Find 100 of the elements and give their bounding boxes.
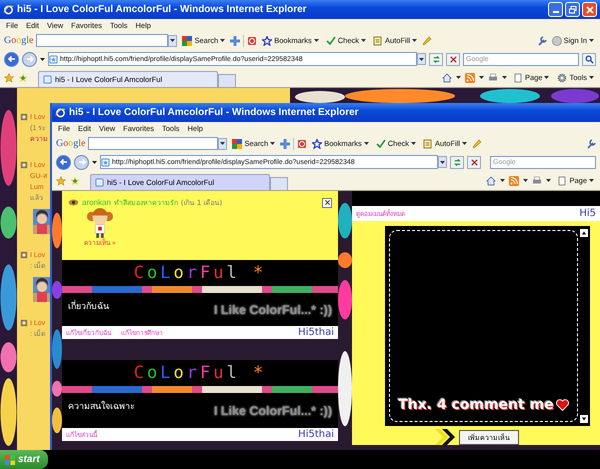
caret-icon — [220, 142, 226, 145]
caret-icon — [270, 142, 276, 145]
hi5-logo: Hi5 — [579, 208, 596, 219]
caret-icon — [220, 39, 226, 42]
thanks-message: Thx. 4 comment me — [398, 397, 554, 413]
caret-icon — [412, 39, 418, 42]
gear-icon — [557, 72, 568, 82]
entry-icon — [20, 251, 28, 259]
heart-icon — [556, 399, 569, 411]
caret-icon — [314, 39, 319, 42]
scroll-down-icon[interactable] — [580, 415, 588, 423]
forward-arrow-icon — [24, 54, 34, 64]
wrench-icon[interactable] — [586, 138, 596, 148]
page-icon — [43, 75, 52, 84]
caret-icon — [364, 142, 369, 145]
close-icon — [324, 199, 330, 206]
entry-icon — [20, 113, 28, 121]
section-heading: เกี่ยวกับฉัน — [68, 299, 109, 313]
dropdown-button[interactable] — [438, 156, 447, 168]
add-favorite-icon[interactable] — [18, 72, 28, 82]
stop-icon — [448, 54, 458, 64]
highlighter-icon[interactable] — [422, 36, 432, 46]
page-icon — [512, 72, 523, 82]
print-icon[interactable] — [488, 72, 498, 82]
caret-icon — [589, 179, 594, 182]
add-favorite-icon[interactable] — [70, 176, 80, 186]
avatar-drawing — [86, 208, 114, 238]
google-logo: Google — [56, 138, 86, 149]
caret-icon — [411, 142, 416, 145]
restore-icon — [568, 4, 578, 14]
stop-button[interactable] — [467, 156, 481, 168]
chevron-drawing — [435, 429, 455, 445]
caret-icon — [440, 160, 445, 164]
search-button[interactable] — [582, 52, 596, 66]
google-icon — [232, 138, 242, 148]
plus-icon[interactable] — [280, 138, 290, 148]
caret-icon — [589, 76, 594, 79]
page-icon — [49, 54, 58, 64]
star-icon — [312, 138, 322, 148]
entry-icon — [20, 161, 28, 169]
form-icon — [423, 138, 434, 148]
caret-icon — [589, 39, 594, 42]
caret-icon[interactable] — [523, 179, 528, 182]
caret-icon[interactable] — [456, 76, 461, 79]
scroll-up-icon[interactable] — [580, 229, 588, 237]
back-arrow-icon — [6, 54, 16, 64]
refresh-icon — [432, 54, 440, 64]
minimize-button[interactable] — [548, 2, 563, 17]
stop-button[interactable] — [446, 52, 460, 66]
home-icon[interactable] — [486, 176, 496, 186]
caret-icon[interactable] — [502, 76, 507, 79]
caret-icon — [419, 58, 424, 60]
browser-logo-icon — [55, 107, 66, 118]
caret-icon[interactable] — [92, 160, 97, 164]
page-icon — [557, 176, 568, 186]
forward-arrow-icon — [76, 157, 86, 167]
feed-icon[interactable] — [464, 72, 475, 82]
search-field[interactable] — [36, 34, 168, 47]
restore-button[interactable] — [565, 2, 580, 17]
refresh-icon — [452, 158, 462, 166]
back-button[interactable] — [4, 52, 19, 66]
star-icon — [262, 36, 272, 46]
caret-icon[interactable] — [500, 179, 506, 182]
back-arrow-icon — [58, 157, 68, 167]
close-button[interactable] — [322, 198, 332, 208]
badge-icon — [68, 199, 79, 206]
favorites-star-icon[interactable] — [4, 72, 14, 82]
caret-icon[interactable] — [478, 76, 484, 79]
slogan-text: I Like ColorFul...* :)) — [214, 302, 332, 316]
favorites-star-icon[interactable] — [56, 176, 66, 186]
feed-icon[interactable] — [509, 176, 520, 186]
print-icon[interactable] — [532, 176, 542, 186]
stop-icon — [470, 158, 478, 166]
page-icon — [95, 178, 104, 187]
dropdown-button[interactable] — [417, 53, 426, 65]
section-heading: ความสนใจเฉพาะ — [68, 400, 135, 413]
close-icon — [584, 4, 594, 14]
caret-icon[interactable] — [546, 179, 552, 182]
highlighter-icon[interactable] — [472, 138, 482, 148]
search-icon — [584, 54, 594, 64]
google-logo: Google — [4, 35, 34, 46]
slogan-text: I Like ColorFul...* :)) — [214, 404, 332, 418]
minimize-icon — [552, 11, 558, 13]
plus-icon[interactable] — [230, 36, 240, 46]
hi5-logo: Hi5thai — [298, 429, 334, 440]
dropdown-button[interactable] — [168, 34, 178, 46]
browser-logo-icon — [3, 4, 14, 15]
google-icon — [182, 36, 192, 46]
hi5-logo: Hi5thai — [298, 327, 334, 338]
caret-icon — [462, 142, 468, 145]
caret-icon[interactable] — [40, 58, 45, 60]
back-button[interactable] — [56, 154, 71, 170]
check-icon — [326, 36, 336, 46]
home-icon[interactable] — [442, 72, 452, 82]
dropdown-button[interactable] — [218, 138, 228, 150]
wrench-icon[interactable] — [536, 36, 547, 46]
entry-icon — [20, 319, 28, 327]
check-icon — [376, 138, 386, 148]
window-title: hi5 - I Love ColorFul AmcolorFul - Windows Internet Explorer — [17, 4, 307, 15]
search-field[interactable] — [88, 137, 218, 150]
